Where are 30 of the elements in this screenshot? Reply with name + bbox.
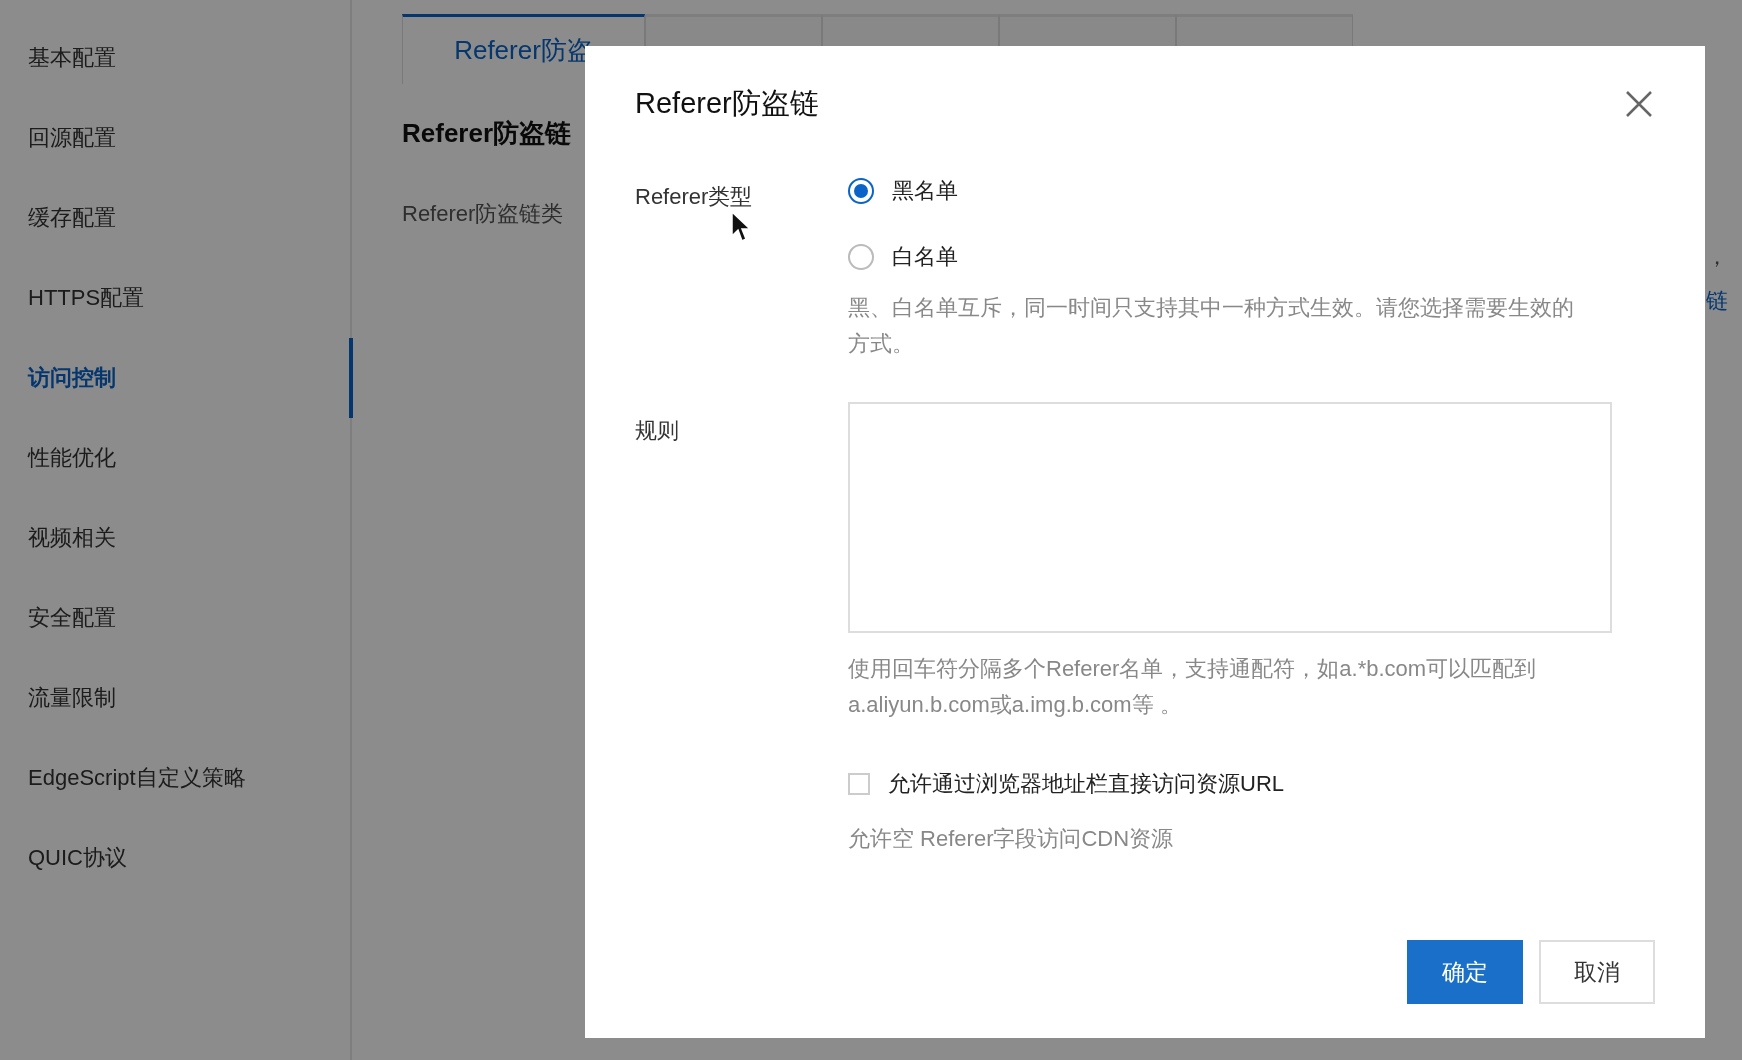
sidebar-item[interactable]: HTTPS配置 xyxy=(0,258,353,338)
field-label: Referer类型 xyxy=(635,183,753,211)
sidebar-item[interactable]: 基本配置 xyxy=(0,18,353,98)
help-text: 允许空 Referer字段访问CDN资源 xyxy=(848,825,1175,853)
sidebar-item[interactable]: 安全配置 xyxy=(0,578,353,658)
sidebar-item[interactable]: 流量限制 xyxy=(0,658,353,738)
confirm-button[interactable]: 确定 xyxy=(1407,940,1523,1004)
link[interactable]: 链 xyxy=(1706,286,1728,316)
sidebar-item[interactable]: 回源配置 xyxy=(0,98,353,178)
section-text: ， xyxy=(1706,243,1728,271)
field-label: 规则 xyxy=(635,417,679,445)
cancel-button[interactable]: 取消 xyxy=(1539,940,1655,1004)
radio-label[interactable]: 黑名单 xyxy=(892,176,958,206)
sidebar-item[interactable]: QUIC协议 xyxy=(0,818,353,898)
checkbox[interactable] xyxy=(848,773,870,795)
dialog-title: Referer防盗链 xyxy=(635,86,819,121)
section-title: Referer防盗链 xyxy=(402,117,572,150)
help-text: 黑、白名单互斥，同一时间只支持其中一种方式生效。请您选择需要生效的方式。 xyxy=(848,294,1575,358)
checkbox-label[interactable]: 允许通过浏览器地址栏直接访问资源URL xyxy=(888,769,1284,799)
help-text: 使用回车符分隔多个Referer名单，支持通配符，如a.*b.com可以匹配到a.aliyun.b.com或a.img.b.com等 。 xyxy=(848,655,1538,719)
sidebar-item[interactable]: 视频相关 xyxy=(0,498,353,578)
radio-button[interactable] xyxy=(848,244,874,270)
rules-field[interactable] xyxy=(848,402,1612,633)
sidebar-item[interactable]: EdgeScript自定义策略 xyxy=(0,738,353,818)
section-text: Referer防盗链类 xyxy=(402,200,564,228)
sidebar-item[interactable]: 访问控制 xyxy=(0,338,353,418)
radio-label[interactable]: 白名单 xyxy=(892,242,958,272)
radio-button[interactable] xyxy=(848,178,874,204)
sidebar-item[interactable]: 性能优化 xyxy=(0,418,353,498)
sidebar-item[interactable]: 缓存配置 xyxy=(0,178,353,258)
